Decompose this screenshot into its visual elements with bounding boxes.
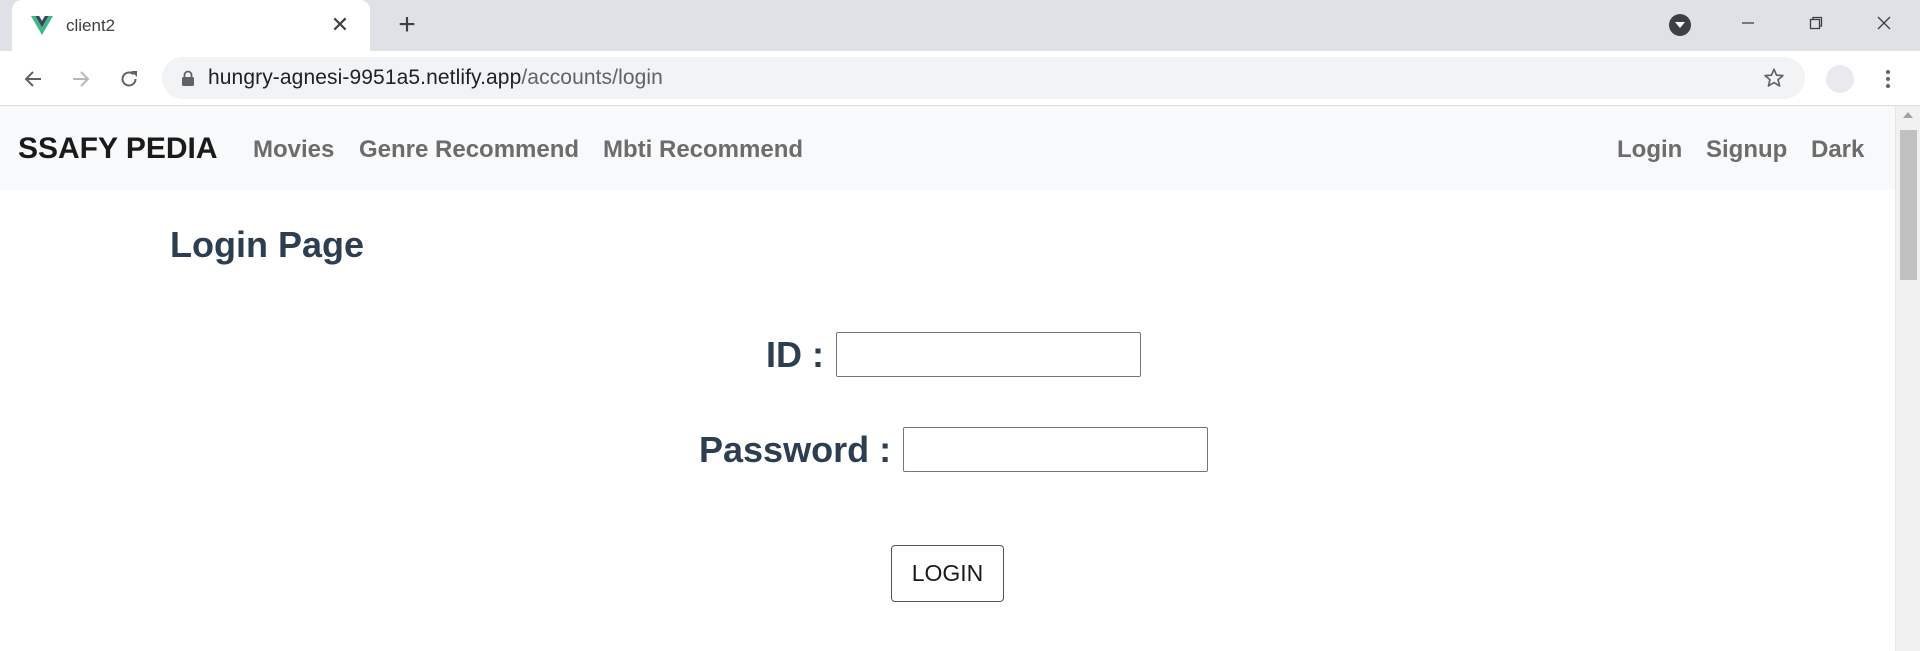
nav-link-genre-recommend[interactable]: Genre Recommend bbox=[359, 136, 579, 164]
url-path: /accounts/login bbox=[521, 66, 663, 89]
profile-dropdown-icon[interactable] bbox=[1669, 14, 1691, 36]
password-field-row: Password : bbox=[699, 427, 1209, 472]
browser-tab[interactable]: client2 ✕ bbox=[12, 0, 370, 51]
nav-link-mbti-recommend[interactable]: Mbti Recommend bbox=[603, 136, 803, 164]
browser-toolbar: hungry-agnesi-9951a5.netlify.app/account… bbox=[0, 51, 1920, 106]
site-brand[interactable]: SSAFY PEDIA bbox=[18, 132, 218, 166]
nav-link-movies[interactable]: Movies bbox=[253, 136, 334, 164]
forward-arrow-icon[interactable] bbox=[66, 64, 96, 94]
window-close-icon[interactable] bbox=[1866, 8, 1902, 38]
url-text: hungry-agnesi-9951a5.netlify.app/account… bbox=[208, 66, 663, 90]
nav-link-dark-mode[interactable]: Dark bbox=[1811, 136, 1864, 164]
menu-dots-icon[interactable] bbox=[1878, 64, 1898, 94]
scroll-thumb[interactable] bbox=[1900, 130, 1917, 280]
login-button[interactable]: LOGIN bbox=[891, 545, 1004, 602]
browser-tab-bar: client2 ✕ + bbox=[0, 0, 1920, 51]
close-icon[interactable]: ✕ bbox=[328, 13, 352, 37]
nav-link-login[interactable]: Login bbox=[1617, 136, 1682, 164]
password-input[interactable] bbox=[903, 427, 1209, 472]
id-field-row: ID : bbox=[766, 332, 1141, 377]
page-title: Login Page bbox=[170, 224, 365, 265]
reload-icon[interactable] bbox=[114, 64, 144, 94]
site-navbar: SSAFY PEDIA Movies Genre Recommend Mbti … bbox=[0, 106, 1895, 190]
url-host: hungry-agnesi-9951a5.netlify.app bbox=[208, 66, 522, 89]
nav-link-signup[interactable]: Signup bbox=[1706, 136, 1787, 164]
restore-icon[interactable] bbox=[1798, 8, 1834, 38]
plus-icon[interactable]: + bbox=[392, 10, 422, 40]
tab-title: client2 bbox=[66, 15, 116, 35]
page-scrollbar[interactable] bbox=[1895, 106, 1920, 651]
page-viewport: SSAFY PEDIA Movies Genre Recommend Mbti … bbox=[0, 106, 1920, 651]
back-arrow-icon[interactable] bbox=[18, 64, 48, 94]
vue-favicon-icon bbox=[30, 14, 54, 38]
star-icon[interactable] bbox=[1761, 65, 1787, 91]
scroll-up-arrow-icon[interactable] bbox=[1903, 112, 1913, 118]
minimize-icon[interactable] bbox=[1730, 8, 1766, 38]
extension-icon[interactable] bbox=[1826, 65, 1854, 93]
lock-icon[interactable] bbox=[180, 69, 196, 87]
id-label: ID : bbox=[766, 333, 824, 375]
password-label: Password : bbox=[699, 428, 892, 470]
address-bar[interactable]: hungry-agnesi-9951a5.netlify.app/account… bbox=[162, 57, 1805, 99]
id-input[interactable] bbox=[836, 332, 1141, 377]
